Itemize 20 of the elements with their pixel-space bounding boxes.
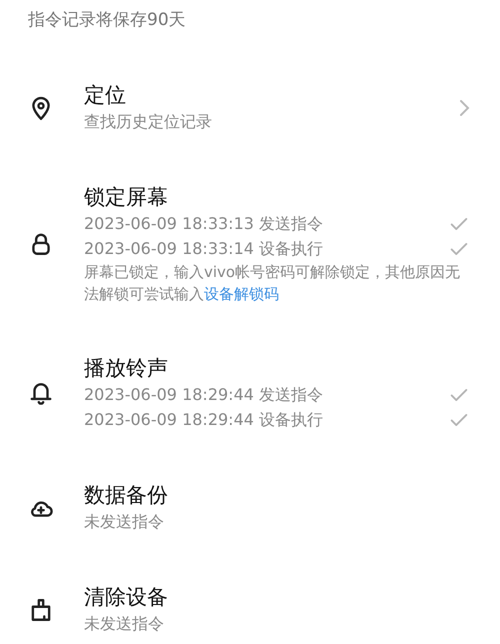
command-item[interactable]: 锁定屏幕 2023-06-09 18:33:13 发送指令 2023-06-09 18:33:14 设备执行 屏幕已锁定，输入vivo帐号密码可解除锁定，其他原因无法解锁可尝试输入设备解锁码 bbox=[0, 183, 500, 305]
notice-text: 指令记录将保存90天 bbox=[28, 10, 186, 30]
command-item[interactable]: 数据备份 未发送指令 bbox=[0, 481, 500, 534]
log-entry: 2023-06-09 18:33:14 设备执行 bbox=[84, 238, 324, 260]
command-title: 播放铃声 bbox=[84, 355, 169, 382]
command-subtitle: 查找历史定位记录 bbox=[84, 111, 213, 133]
command-title: 清除设备 bbox=[84, 584, 169, 611]
log-entry: 2023-06-09 18:33:13 发送指令 bbox=[84, 213, 324, 235]
command-item[interactable]: 清除设备 未发送指令 bbox=[0, 583, 500, 636]
command-title: 定位 bbox=[84, 82, 127, 109]
log-entry: 2023-06-09 18:29:44 发送指令 bbox=[84, 384, 324, 406]
note-text: 屏幕已锁定，输入vivo帐号密码可解除锁定，其他原因无法解锁可尝试输入设备解锁码 bbox=[84, 262, 462, 305]
log-entry: 2023-06-09 18:29:44 设备执行 bbox=[84, 409, 324, 431]
bell-icon bbox=[28, 380, 54, 406]
command-subtitle: 未发送指令 bbox=[84, 613, 165, 635]
command-title: 数据备份 bbox=[84, 482, 169, 509]
command-subtitle: 未发送指令 bbox=[84, 511, 165, 533]
command-item[interactable]: 播放铃声 2023-06-09 18:29:44 发送指令 2023-06-09 18:29:44 设备执行 bbox=[0, 354, 500, 432]
command-item[interactable]: 定位 查找历史定位记录 bbox=[0, 81, 500, 134]
command-title: 锁定屏幕 bbox=[84, 184, 169, 211]
